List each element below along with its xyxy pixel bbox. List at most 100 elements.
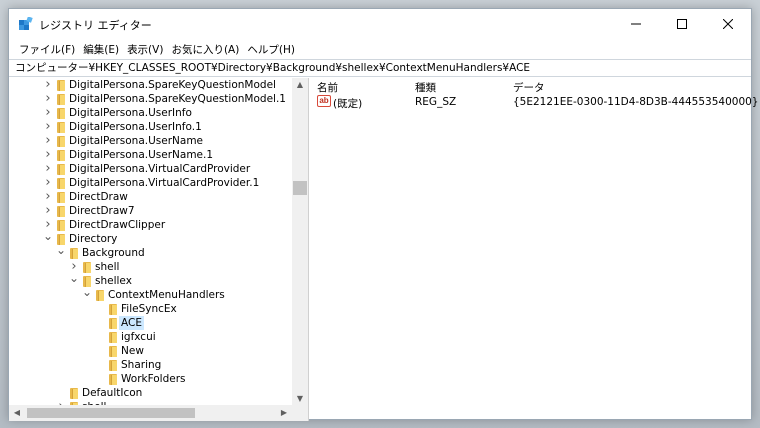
tree-item-label: DigitalPersona.SpareKeyQuestionModel — [69, 79, 276, 91]
tree-item[interactable]: › DigitalPersona.VirtualCardProvider — [9, 162, 292, 176]
key-tree: › DigitalPersona.SpareKeyQuestionModel › Di… — [9, 78, 292, 405]
tree-item-label: FileSyncEx — [121, 303, 177, 315]
tree-item[interactable]: New — [9, 344, 292, 358]
folder-icon — [109, 374, 117, 385]
column-header-name[interactable]: 名前 — [317, 80, 338, 95]
scroll-left-arrow-icon[interactable]: ◀ — [10, 408, 24, 417]
folder-icon — [57, 136, 65, 147]
scroll-up-arrow-icon[interactable]: ▲ — [293, 80, 307, 89]
tree-item[interactable]: ⌄ Background — [9, 244, 292, 260]
maximize-icon — [677, 19, 687, 29]
chevron-right-icon[interactable]: › — [43, 78, 53, 92]
tree-vertical-scrollbar[interactable]: ▲ ▼ — [292, 78, 308, 405]
folder-icon — [57, 178, 65, 189]
tree-item[interactable]: › DigitalPersona.UserInfo.1 — [9, 120, 292, 134]
chevron-down-icon[interactable]: ⌄ — [43, 230, 53, 246]
registry-editor-window: レジストリ エディター ファイル(F) 編集(E) 表示(V) お気に入り(A)… — [8, 8, 758, 421]
column-header-type[interactable]: 種類 — [415, 80, 436, 95]
tree-item-label: DigitalPersona.UserInfo.1 — [69, 121, 202, 133]
address-bar[interactable]: コンピューター¥HKEY_CLASSES_ROOT¥Directory¥Back… — [9, 59, 751, 77]
value-data: {5E2121EE-0300-11D4-8D3B-444553540000} — [513, 96, 759, 108]
tree-horizontal-scrollbar[interactable]: ◀ ▶ — [9, 405, 292, 421]
tree-item-label: DirectDraw — [69, 191, 128, 203]
tree-item[interactable]: › DigitalPersona.SpareKeyQuestionModel.1 — [9, 92, 292, 106]
tree-item[interactable]: DefaultIcon — [9, 386, 292, 400]
tree-item-label: New — [121, 345, 144, 357]
folder-icon — [57, 80, 65, 91]
tree-item[interactable]: ⌄ Directory — [9, 230, 292, 246]
chevron-right-icon[interactable]: › — [43, 134, 53, 148]
tree-item[interactable]: › DirectDraw — [9, 190, 292, 204]
key-tree-pane: › DigitalPersona.SpareKeyQuestionModel › Di… — [9, 78, 309, 421]
chevron-right-icon[interactable]: › — [43, 106, 53, 120]
column-header-data[interactable]: データ — [513, 80, 545, 95]
menu-edit[interactable]: 編集(E) — [79, 42, 123, 57]
chevron-down-icon[interactable]: ⌄ — [56, 244, 66, 260]
menu-favorites[interactable]: お気に入り(A) — [167, 42, 243, 57]
folder-icon — [57, 122, 65, 133]
values-pane: 名前 種類 データ ab (既定) REG_SZ {5E2121EE-0300-… — [313, 78, 758, 421]
tree-item[interactable]: › DigitalPersona.UserInfo — [9, 106, 292, 120]
folder-icon — [109, 318, 117, 329]
menu-help[interactable]: ヘルプ(H) — [243, 42, 299, 57]
tree-item[interactable]: ⌄ shellex — [9, 272, 292, 288]
tree-item[interactable]: › DigitalPersona.UserName — [9, 134, 292, 148]
folder-icon — [57, 220, 65, 231]
tree-vertical-scroll-thumb[interactable] — [293, 181, 307, 195]
folder-icon — [109, 332, 117, 343]
folder-icon — [57, 206, 65, 217]
tree-item-label: Sharing — [121, 359, 162, 371]
folder-icon — [57, 164, 65, 175]
chevron-right-icon[interactable]: › — [43, 120, 53, 134]
tree-item[interactable]: igfxcui — [9, 330, 292, 344]
folder-icon — [57, 192, 65, 203]
value-type: REG_SZ — [415, 96, 457, 108]
scroll-right-arrow-icon[interactable]: ▶ — [277, 408, 291, 417]
tree-item[interactable]: Sharing — [9, 358, 292, 372]
tree-item[interactable]: FileSyncEx — [9, 302, 292, 316]
maximize-button[interactable] — [659, 9, 705, 39]
chevron-down-icon[interactable]: ⌄ — [69, 272, 79, 288]
folder-icon — [70, 248, 78, 259]
tree-item-label: Directory — [69, 233, 118, 245]
tree-item-label: DigitalPersona.VirtualCardProvider — [69, 163, 251, 175]
tree-item[interactable]: › DigitalPersona.UserName.1 — [9, 148, 292, 162]
tree-item[interactable]: ACE — [9, 316, 292, 330]
minimize-button[interactable] — [613, 9, 659, 39]
registry-editor-icon — [19, 17, 33, 30]
folder-icon — [57, 94, 65, 105]
tree-item[interactable]: WorkFolders — [9, 372, 292, 386]
folder-icon — [109, 346, 117, 357]
tree-item[interactable]: ›shell — [9, 260, 292, 274]
scroll-down-arrow-icon[interactable]: ▼ — [293, 394, 307, 403]
menu-view[interactable]: 表示(V) — [123, 42, 167, 57]
tree-item[interactable]: › DigitalPersona.SpareKeyQuestionModel — [9, 78, 292, 92]
chevron-right-icon[interactable]: › — [43, 148, 53, 162]
folder-icon — [57, 108, 65, 119]
value-row[interactable]: ab (既定) REG_SZ {5E2121EE-0300-11D4-8D3B-… — [313, 94, 758, 110]
tree-horizontal-scroll-thumb[interactable] — [27, 408, 195, 418]
chevron-down-icon[interactable]: ⌄ — [82, 286, 92, 302]
scrollbar-corner — [292, 405, 308, 421]
chevron-right-icon[interactable]: › — [43, 204, 53, 218]
close-button[interactable] — [705, 9, 751, 39]
tree-item[interactable]: › DirectDraw7 — [9, 204, 292, 218]
tree-item[interactable]: › DigitalPersona.VirtualCardProvider.1 — [9, 176, 292, 190]
minimize-icon — [631, 23, 641, 25]
tree-item[interactable]: ⌄ ContextMenuHandlers — [9, 286, 292, 302]
tree-item-label: Background — [82, 247, 145, 259]
title-bar[interactable]: レジストリ エディター — [9, 9, 751, 39]
chevron-right-icon[interactable]: › — [43, 190, 53, 204]
string-value-icon: ab — [317, 95, 331, 107]
menu-bar: ファイル(F) 編集(E) 表示(V) お気に入り(A) ヘルプ(H) — [9, 39, 751, 59]
tree-item-label: DigitalPersona.UserName — [69, 135, 204, 147]
chevron-right-icon[interactable]: › — [43, 176, 53, 190]
tree-item-label: shellex — [95, 275, 132, 287]
folder-icon — [57, 150, 65, 161]
folder-icon — [70, 388, 78, 399]
chevron-right-icon[interactable]: › — [43, 92, 53, 106]
tree-item-label: DigitalPersona.SpareKeyQuestionModel.1 — [69, 93, 286, 105]
chevron-right-icon[interactable]: › — [43, 162, 53, 176]
value-name: (既定) — [333, 98, 363, 110]
menu-file[interactable]: ファイル(F) — [15, 42, 79, 57]
